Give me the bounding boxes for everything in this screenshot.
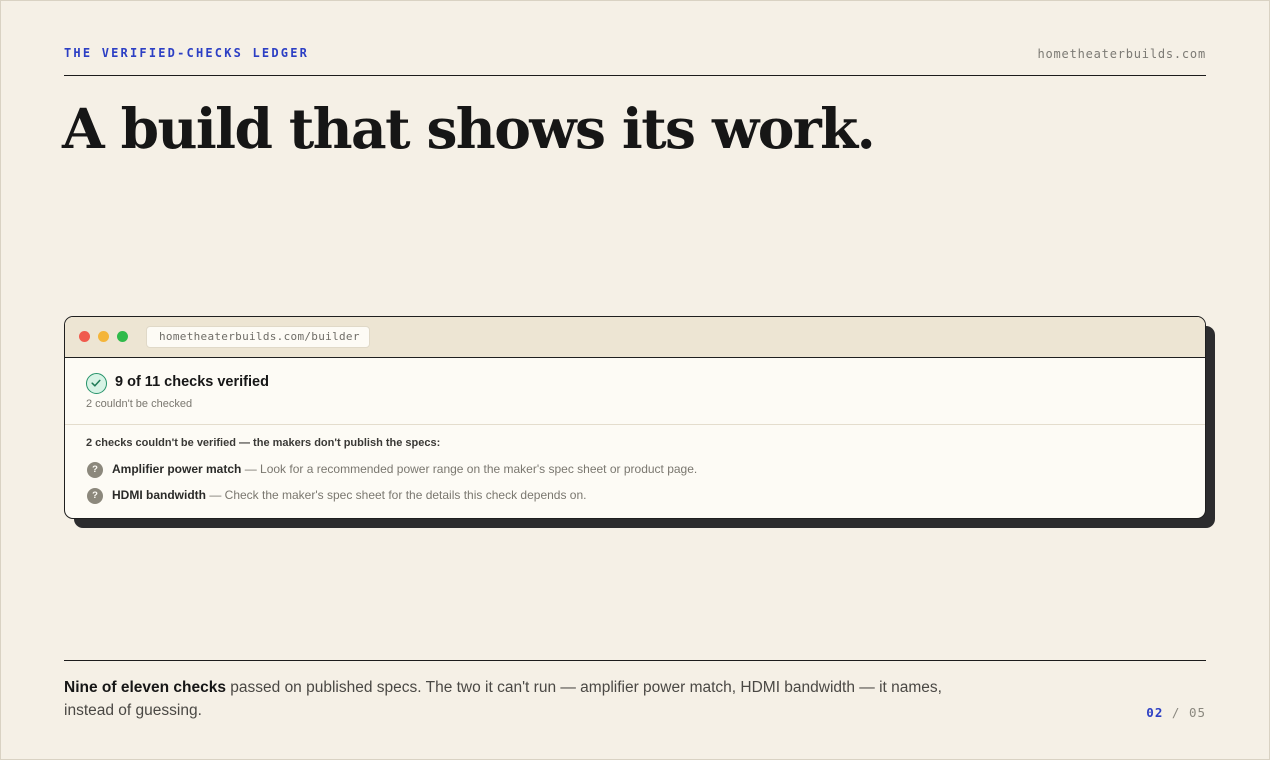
pager-separator: /	[1163, 705, 1189, 720]
item-description: — Check the maker's spec sheet for the d…	[205, 488, 587, 502]
caption: Nine of eleven checks passed on publishe…	[64, 676, 994, 722]
bottom-divider	[64, 660, 1206, 661]
kicker-label: THE VERIFIED-CHECKS LEDGER	[64, 46, 310, 60]
unverified-heading: 2 checks couldn't be verified — the make…	[86, 437, 441, 449]
close-window-dot[interactable]	[79, 331, 90, 342]
address-bar[interactable]: hometheaterbuilds.com/builder	[146, 326, 370, 348]
item-text: HDMI bandwidth — Check the maker's spec …	[112, 488, 586, 502]
item-name: HDMI bandwidth	[112, 488, 206, 502]
current-page: 02	[1146, 705, 1164, 720]
unverified-checks: 2 checks couldn't be verified — the make…	[86, 437, 1186, 504]
maximize-window-dot[interactable]	[117, 331, 128, 342]
minimize-window-dot[interactable]	[98, 331, 109, 342]
verification-count: 9 of 11 checks verified	[115, 374, 269, 390]
verification-summary: 9 of 11 checks verified 2 couldn't be ch…	[65, 358, 1205, 425]
unchecked-count: 2 couldn't be checked	[86, 398, 193, 410]
list-item: ? HDMI bandwidth — Check the maker's spe…	[86, 487, 1186, 505]
question-icon: ?	[87, 488, 103, 504]
site-name: hometheaterbuilds.com	[1037, 47, 1206, 61]
page-title: A build that shows its work.	[62, 96, 876, 161]
slide-pager: 02 / 05	[1146, 705, 1206, 720]
browser-chrome: hometheaterbuilds.com/builder	[65, 317, 1205, 358]
item-name: Amplifier power match	[112, 462, 242, 476]
question-icon: ?	[87, 462, 103, 478]
browser-window: hometheaterbuilds.com/builder 9 of 11 ch…	[64, 316, 1206, 519]
total-pages: 05	[1188, 705, 1206, 720]
caption-lead: Nine of eleven checks	[64, 679, 226, 696]
top-bar: THE VERIFIED-CHECKS LEDGER hometheaterbu…	[64, 46, 1206, 76]
item-text: Amplifier power match — Look for a recom…	[112, 462, 697, 476]
checkmark-icon	[86, 373, 107, 394]
list-item: ? Amplifier power match — Look for a rec…	[86, 461, 1186, 479]
item-description: — Look for a recommended power range on …	[241, 462, 698, 476]
